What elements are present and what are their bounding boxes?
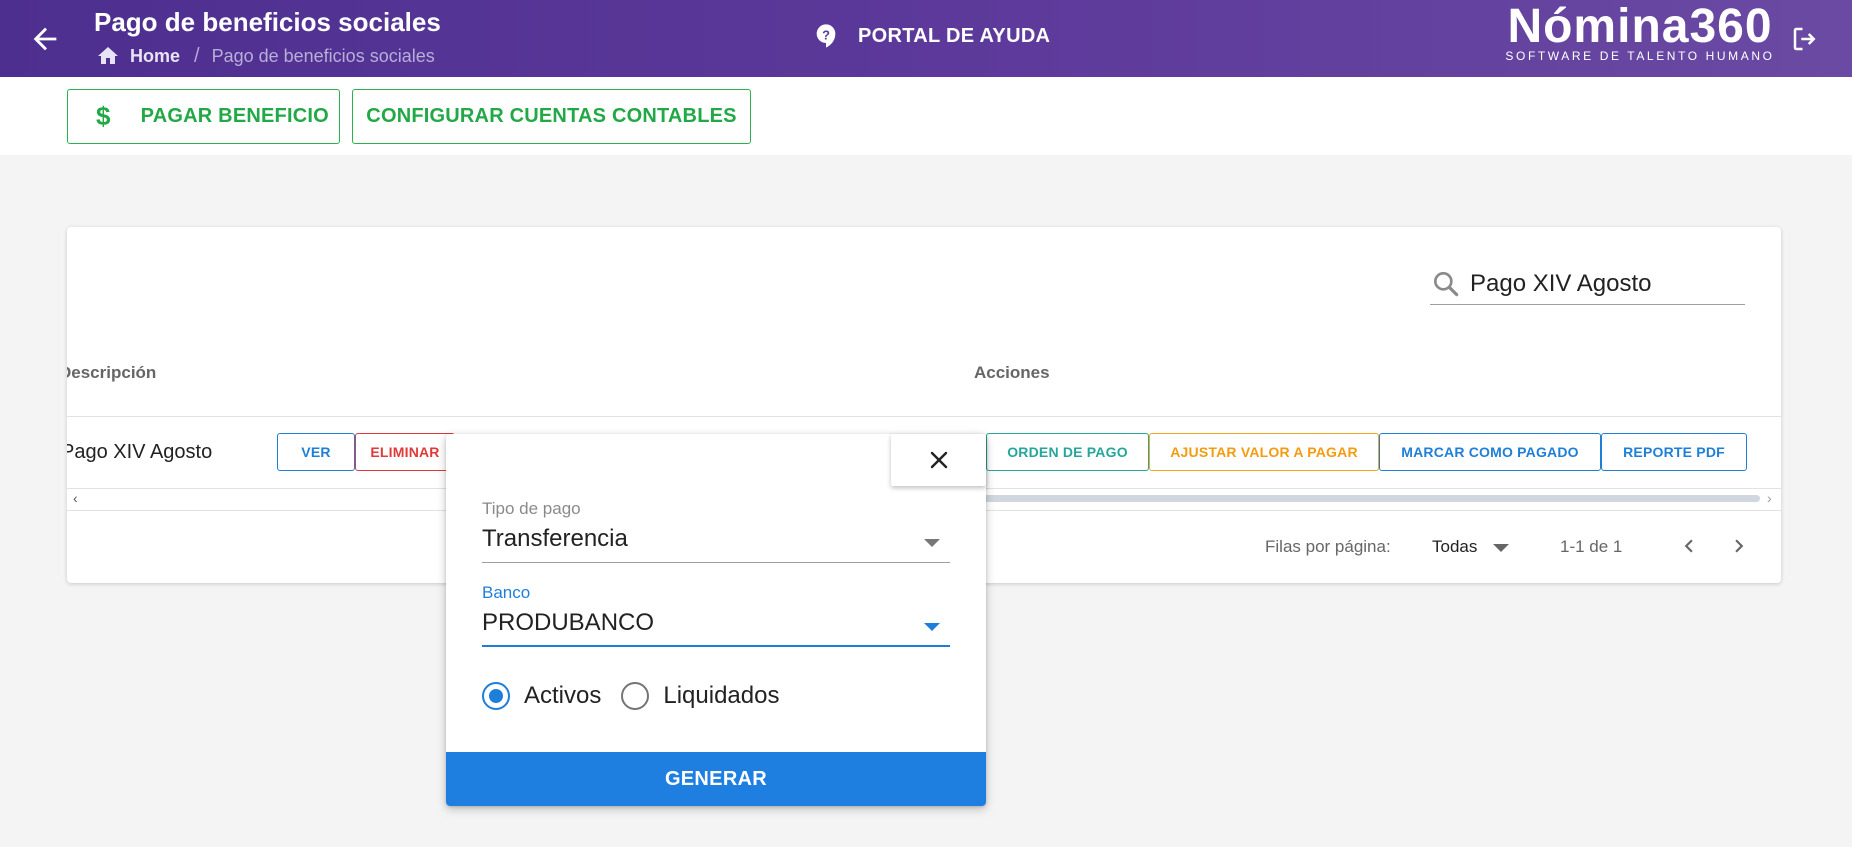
- ajustar-valor-button[interactable]: AJUSTAR VALOR A PAGAR: [1149, 433, 1379, 471]
- banco-value[interactable]: PRODUBANCO: [482, 609, 950, 647]
- home-icon[interactable]: [96, 44, 120, 68]
- payment-order-popup: Tipo de pago Transferencia Banco PRODUBA…: [446, 434, 986, 806]
- banco-text: PRODUBANCO: [482, 609, 655, 636]
- column-header-acciones: Acciones: [974, 363, 1050, 382]
- help-portal-link[interactable]: ? PORTAL DE AYUDA: [812, 22, 1050, 50]
- action-bar: $ PAGAR BENEFICIO CONFIGURAR CUENTAS CON…: [0, 77, 1852, 155]
- logo-wordmark: Nómina360: [1507, 0, 1773, 53]
- search-icon: [1434, 271, 1459, 296]
- breadcrumb-separator: /: [194, 44, 200, 67]
- tipo-pago-select[interactable]: Tipo de pago Transferencia: [482, 499, 950, 563]
- generar-button[interactable]: GENERAR: [446, 752, 986, 806]
- banco-select[interactable]: Banco PRODUBANCO: [482, 583, 950, 647]
- dropdown-caret-icon: [924, 623, 940, 631]
- radio-checked-icon: [482, 682, 510, 710]
- search-field[interactable]: [1430, 263, 1745, 305]
- search-input[interactable]: [1470, 269, 1730, 298]
- page-title: Pago de beneficios sociales: [94, 7, 441, 37]
- scroll-right-icon[interactable]: ›: [1767, 490, 1772, 506]
- eliminar-button[interactable]: ELIMINAR: [355, 433, 455, 471]
- tipo-pago-value[interactable]: Transferencia: [482, 525, 950, 563]
- column-header-descripcion[interactable]: Descripción: [67, 363, 156, 383]
- radio-liquidados-label: Liquidados: [663, 682, 780, 709]
- employee-status-radio-group: Activos Liquidados: [482, 682, 799, 710]
- radio-liquidados[interactable]: Liquidados: [621, 682, 779, 710]
- chevron-right-icon[interactable]: [1726, 533, 1752, 559]
- chevron-left-icon[interactable]: [1676, 533, 1702, 559]
- app-header: Pago de beneficios sociales Home / Pago …: [0, 0, 1852, 77]
- help-icon: ?: [816, 24, 836, 48]
- dollar-icon: $: [96, 101, 111, 131]
- tipo-pago-text: Transferencia: [482, 525, 628, 552]
- pagination-range: 1-1 de 1: [1560, 537, 1623, 556]
- back-arrow-icon[interactable]: [28, 22, 62, 56]
- ver-button[interactable]: VER: [277, 433, 355, 471]
- help-portal-label: PORTAL DE AYUDA: [858, 24, 1051, 47]
- close-button[interactable]: [891, 434, 986, 486]
- configurar-cuentas-button[interactable]: CONFIGURAR CUENTAS CONTABLES: [352, 89, 751, 144]
- close-icon: [930, 451, 947, 469]
- scroll-left-icon[interactable]: ‹: [73, 490, 78, 506]
- row-divider: [67, 416, 1781, 417]
- breadcrumb-home-link[interactable]: Home: [130, 46, 180, 67]
- pagar-beneficio-button[interactable]: $ PAGAR BENEFICIO: [67, 89, 340, 144]
- scrollbar-thumb[interactable]: [907, 495, 1760, 502]
- orden-de-pago-button[interactable]: ORDEN DE PAGO: [986, 433, 1149, 471]
- dropdown-caret-icon: [924, 539, 940, 547]
- dropdown-caret-icon: [1493, 544, 1510, 552]
- marcar-pagado-button[interactable]: MARCAR COMO PAGADO: [1379, 433, 1601, 471]
- reporte-pdf-button[interactable]: REPORTE PDF: [1601, 433, 1747, 471]
- brand-logo: Nómina360 SOFTWARE DE TALENTO HUMANO: [1505, 0, 1775, 64]
- logout-icon[interactable]: [1790, 24, 1820, 54]
- banco-label: Banco: [482, 583, 531, 602]
- pagar-beneficio-label: PAGAR BENEFICIO: [140, 105, 329, 127]
- breadcrumb-current: Pago de beneficios sociales: [211, 45, 435, 66]
- radio-activos-label: Activos: [524, 682, 602, 709]
- radio-unchecked-icon: [621, 682, 650, 710]
- radio-activos[interactable]: Activos: [482, 682, 601, 710]
- breadcrumb: Home / Pago de beneficios sociales: [96, 44, 435, 68]
- tipo-pago-label: Tipo de pago: [482, 499, 581, 518]
- logo-tagline: SOFTWARE DE TALENTO HUMANO: [1505, 49, 1775, 63]
- svg-text:?: ?: [822, 28, 830, 43]
- rows-per-page-value: Todas: [1432, 537, 1478, 556]
- rows-per-page-label: Filas por página:: [1265, 537, 1391, 556]
- rows-per-page-select[interactable]: Todas: [1432, 537, 1510, 557]
- cell-descripcion: Pago XIV Agosto: [67, 441, 213, 463]
